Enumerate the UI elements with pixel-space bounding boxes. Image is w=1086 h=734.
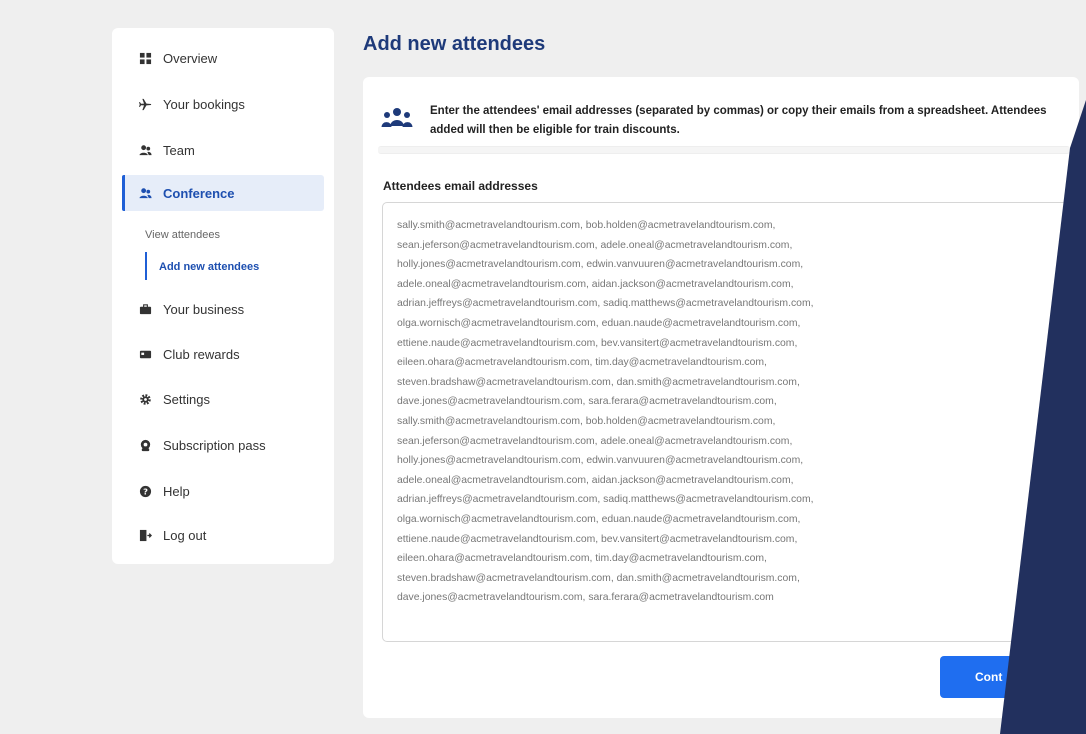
info-banner: Enter the attendees' email addresses (se… [378, 92, 1070, 152]
email-line: olga.wornisch@acmetravelandtourism.com, … [397, 513, 801, 525]
svg-text:?: ? [143, 486, 148, 496]
sidebar-item-your-bookings[interactable]: Your bookings [122, 86, 324, 122]
sidebar-item-label: Conference [163, 185, 235, 201]
attendees-email-textarea[interactable]: sally.smith@acmetravelandtourism.com, bo… [382, 202, 1068, 642]
email-line: eileen.ohara@acmetravelandtourism.com, t… [397, 553, 767, 565]
sidebar-subitem-add-new-attendees[interactable]: Add new attendees [159, 261, 259, 273]
email-line: sean.jeferson@acmetravelandtourism.com, … [397, 239, 793, 251]
sidebar-item-overview[interactable]: Overview [122, 40, 324, 76]
badge-icon [138, 438, 152, 452]
divider [378, 146, 1070, 154]
sidebar-item-label: Team [163, 142, 195, 158]
email-line: sean.jeferson@acmetravelandtourism.com, … [397, 435, 793, 447]
sidebar-subitem-view-attendees[interactable]: View attendees [145, 229, 220, 241]
people-icon [138, 186, 152, 200]
email-line: ettiene.naude@acmetravelandtourism.com, … [397, 533, 798, 545]
email-line: sally.smith@acmetravelandtourism.com, bo… [397, 220, 776, 231]
info-text: Enter the attendees' email addresses (se… [430, 105, 1047, 136]
page-title: Add new attendees [363, 33, 546, 55]
people-icon [138, 143, 152, 157]
email-line: holly.jones@acmetravelandtourism.com, ed… [397, 455, 804, 467]
email-line: olga.wornisch@acmetravelandtourism.com, … [397, 317, 801, 329]
sidebar-item-label: Settings [163, 391, 210, 407]
email-line: adele.oneal@acmetravelandtourism.com, ai… [397, 278, 794, 290]
sidebar-item-label: Club rewards [163, 346, 240, 362]
email-line: dave.jones@acmetravelandtourism.com, sar… [397, 592, 774, 604]
email-line: adrian.jeffreys@acmetravelandtourism.com… [397, 494, 814, 506]
sidebar-item-club-rewards[interactable]: Club rewards [122, 336, 324, 372]
sidebar-item-label: Help [163, 483, 190, 499]
email-line: dave.jones@acmetravelandtourism.com, sar… [397, 396, 777, 408]
sidebar-item-label: Subscription pass [163, 437, 266, 453]
plane-icon [138, 97, 152, 111]
sidebar-item-conference[interactable]: Conference [122, 175, 324, 211]
attendees-email-label: Attendees email addresses [383, 179, 538, 193]
grid-icon [138, 51, 152, 65]
sidebar-item-label: Your business [163, 301, 245, 317]
logout-icon [138, 528, 152, 542]
email-line: steven.bradshaw@acmetravelandtourism.com… [397, 572, 800, 584]
attendees-group-icon [381, 106, 413, 130]
sidebar-item-subscription-pass[interactable]: Subscription pass [122, 427, 324, 463]
sidebar-item-label: Overview [163, 50, 218, 66]
help-icon: ? [138, 484, 152, 498]
active-subitem-indicator [145, 252, 147, 280]
gear-icon [138, 392, 152, 406]
email-line: steven.bradshaw@acmetravelandtourism.com… [397, 376, 800, 388]
briefcase-icon [138, 302, 152, 316]
sidebar-item-team[interactable]: Team [122, 132, 324, 168]
sidebar: Overview Your bookings Team Conference V… [112, 28, 334, 564]
email-line: sally.smith@acmetravelandtourism.com, bo… [397, 415, 776, 427]
sidebar-item-label: Your bookings [163, 96, 245, 112]
sidebar-item-label: Log out [163, 527, 207, 543]
sidebar-item-your-business[interactable]: Your business [122, 291, 324, 327]
sidebar-item-log-out[interactable]: Log out [122, 517, 324, 553]
continue-button[interactable]: Cont [940, 656, 1030, 698]
email-line: eileen.ohara@acmetravelandtourism.com, t… [397, 357, 767, 369]
card-icon [138, 347, 152, 361]
email-line: holly.jones@acmetravelandtourism.com, ed… [397, 259, 804, 271]
sidebar-item-help[interactable]: ? Help [122, 473, 324, 509]
email-line: adele.oneal@acmetravelandtourism.com, ai… [397, 474, 794, 486]
email-line: ettiene.naude@acmetravelandtourism.com, … [397, 337, 798, 349]
sidebar-item-settings[interactable]: Settings [122, 381, 324, 417]
email-line: adrian.jeffreys@acmetravelandtourism.com… [397, 298, 814, 310]
